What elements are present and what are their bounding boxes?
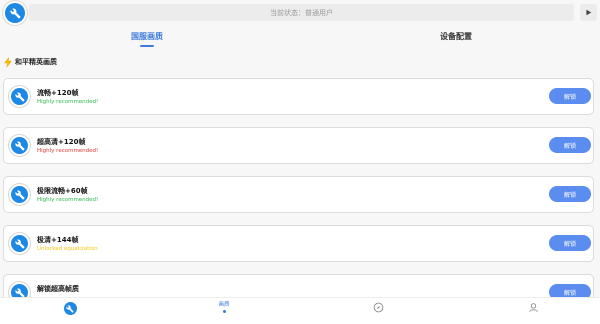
card-subtitle: Highly recommended! xyxy=(37,197,99,203)
wrench-icon[interactable] xyxy=(5,3,25,23)
play-icon xyxy=(586,9,592,16)
section-title-text: 和平精英画质 xyxy=(15,58,57,66)
active-tab-indicator xyxy=(140,45,154,47)
compass-icon xyxy=(373,302,383,313)
card-subtitle: Highly recommended! xyxy=(37,99,99,105)
card-subtitle: Highly recommended! xyxy=(37,148,99,154)
wrench-icon xyxy=(63,302,77,315)
nav-item-profile[interactable] xyxy=(513,302,553,322)
unlock-button[interactable]: 解锁 xyxy=(549,186,591,202)
tab-device-config[interactable]: 设备配置 xyxy=(396,31,516,42)
card-title: 极限流畅+60帧 xyxy=(37,187,88,195)
bottom-nav: 画质 xyxy=(0,297,600,324)
user-icon xyxy=(528,303,538,313)
status-bar: 当前状态：普通用户 xyxy=(29,4,574,21)
nav-item-quality-label: 画质 xyxy=(218,302,230,308)
nav-item-discover[interactable] xyxy=(358,302,398,322)
unlock-button[interactable]: 解锁 xyxy=(549,235,591,251)
active-nav-dot xyxy=(222,310,226,313)
play-button[interactable] xyxy=(580,4,597,21)
quality-card: 极清+144帧 Unlocked equalization 解锁 xyxy=(3,225,594,262)
card-title: 解锁超高帧质 xyxy=(37,285,79,293)
wrench-icon xyxy=(11,137,28,154)
card-subtitle: Unlocked equalization xyxy=(37,246,98,252)
wrench-icon xyxy=(11,88,28,105)
quality-card: 超高清+120帧 Highly recommended! 解锁 xyxy=(3,127,594,164)
unlock-button[interactable]: 解锁 xyxy=(549,137,591,153)
status-text: 当前状态：普通用户 xyxy=(270,8,333,17)
nav-item-tools[interactable] xyxy=(50,302,90,322)
wrench-icon xyxy=(11,186,28,203)
unlock-button[interactable]: 解锁 xyxy=(549,88,591,104)
top-bar: 当前状态：普通用户 xyxy=(0,0,600,28)
section-title: 和平精英画质 xyxy=(4,56,57,68)
card-title: 极清+144帧 xyxy=(37,236,79,244)
wrench-icon xyxy=(11,235,28,252)
card-title: 流畅+120帧 xyxy=(37,89,79,97)
card-title: 超高清+120帧 xyxy=(37,138,86,146)
tab-guofu-quality[interactable]: 国服画质 xyxy=(87,31,207,42)
quality-card: 极限流畅+60帧 Highly recommended! 解锁 xyxy=(3,176,594,213)
quality-card: 流畅+120帧 Highly recommended! 解锁 xyxy=(3,78,594,115)
lightning-icon xyxy=(4,56,12,68)
nav-item-quality[interactable]: 画质 xyxy=(204,302,244,322)
